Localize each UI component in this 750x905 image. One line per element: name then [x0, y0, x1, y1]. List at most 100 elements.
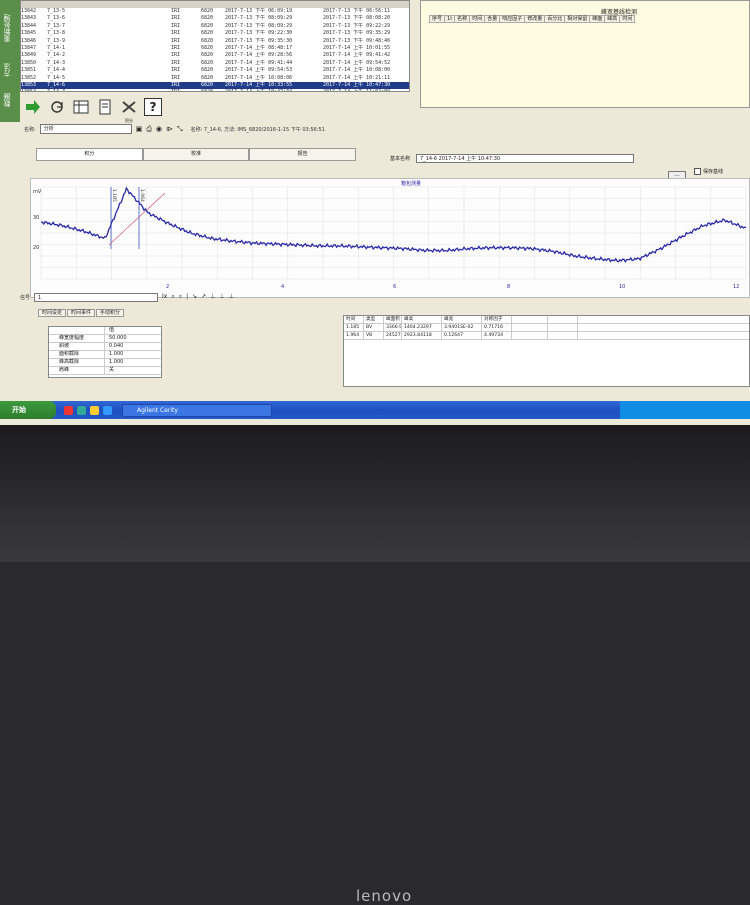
table-view-icon[interactable]: [72, 98, 90, 116]
integration-tool-icon[interactable]: Ix: [162, 293, 167, 301]
sample-name-field[interactable]: 7_14-6 2017-7-14 上午 10:47:30: [416, 154, 635, 163]
parameter-row[interactable]: 肩峰关: [49, 367, 161, 375]
run-cell-id: 13853: [21, 81, 37, 88]
zoom-out-icon[interactable]: ⤡: [177, 125, 183, 134]
conditions-column-header[interactable]: 名称: [454, 15, 471, 23]
conditions-column-header[interactable]: 相对保留: [564, 15, 591, 23]
run-list[interactable]: 13842 7_13-5 IRI 6820 2017-7-13 下午 06:09:19 2…: [20, 0, 410, 92]
peak-cell: VB: [364, 332, 384, 339]
quick-launch-icon[interactable]: [64, 405, 73, 415]
parameter-row[interactable]: 峰高截除 1.000: [49, 359, 161, 367]
parameter-table[interactable]: 值峰宽度幅度 50.000 斜坡 0.040 面积截除 1.000 峰高截除 1.000 肩峰关: [48, 326, 162, 378]
run-list-row[interactable]: 13845 7_13-8 IRI 6820 2017-7-13 下午 09:22:30 2…: [21, 30, 409, 37]
peak-table[interactable]: 时间类型峰面积峰高峰宽对称因子1.185BV3366.993981464.232…: [343, 315, 750, 387]
run-list-row[interactable]: 13850 7_14-3 IRI 6820 2017-7-14 上午 09:41:44 2…: [21, 60, 409, 67]
tab-integration[interactable]: 积分: [36, 148, 143, 161]
document-icon[interactable]: [96, 98, 114, 116]
parameter-value: 1.000: [109, 359, 124, 365]
record-icon[interactable]: ◉: [156, 125, 162, 133]
integration-tool-icon[interactable]: ↘: [192, 293, 197, 301]
taskbar-button-cerity[interactable]: Agilent Cerity: [122, 403, 272, 417]
chart-title: 箱包测量: [401, 180, 421, 187]
run-list-row[interactable]: 13847 7_14-1 IRI 6820 2017-7-14 上午 08:48:17 2…: [21, 45, 409, 52]
integration-tool-icon[interactable]: |: [186, 293, 188, 301]
conditions-header-row: 序号 1t 名称 时间 含量 响应因子 修改量 百分比 相对保留 峰面 峰高 时间: [429, 15, 636, 23]
tab-time-events[interactable]: 时间事件: [67, 309, 96, 317]
run-list-row[interactable]: 13853 7_14-6 IRI 6820 2017-7-14 上午 10:33:55 2…: [21, 81, 409, 90]
tab-time-settings[interactable]: 时间设定: [38, 309, 67, 317]
tab-manual-integration[interactable]: 手动积分: [96, 309, 125, 317]
peak-cell: 24527.91596: [386, 332, 402, 339]
quick-launch-icon[interactable]: [90, 405, 99, 415]
peak-table-header[interactable]: 时间 类型 峰面积 峰高 峰宽 对称因子: [344, 316, 749, 324]
run-list-row[interactable]: 13851 7_14-4 IRI 6820 2017-7-14 上午 09:54:53 2…: [21, 67, 409, 74]
conditions-column-header[interactable]: 序号: [429, 15, 446, 23]
parameter-row[interactable]: 斜坡 0.040: [49, 343, 161, 351]
integration-tool-icon[interactable]: ⊥: [229, 293, 234, 301]
save-baseline-checkbox[interactable]: [694, 168, 701, 175]
peak-cell: [512, 324, 548, 331]
tab-calibration[interactable]: 校准: [142, 148, 250, 161]
integration-tool-icon[interactable]: ⊥: [210, 293, 215, 301]
run-list-row[interactable]: 13844 7_13-7 IRI 6820 2017-7-13 下午 08:09:29 2…: [21, 23, 409, 30]
run-list-row[interactable]: 13852 7_14-5 IRI 6820 2017-7-14 上午 10:08:06 2…: [21, 75, 409, 82]
run-cell-det: IRI: [171, 30, 181, 37]
parameter-value: 关: [109, 367, 115, 373]
run-cell-mark: 6820: [201, 74, 214, 81]
signal-select[interactable]: 1: [34, 293, 158, 302]
sample-name-row: 基本名称 7_14-6 2017-7-14 上午 10:47:30: [390, 154, 635, 163]
quick-launch-icon[interactable]: [103, 405, 112, 415]
tab-report[interactable]: 报告: [249, 148, 357, 161]
conditions-column-header[interactable]: 时间: [619, 15, 636, 23]
parameter-row[interactable]: 峰宽度幅度 50.000: [49, 335, 161, 343]
run-arrow-icon[interactable]: [24, 98, 42, 116]
integration-tool-icon[interactable]: ↗: [201, 293, 206, 301]
run-list-row[interactable]: 13846 7_13-9 IRI 6820 2017-7-13 下午 09:35:30 2…: [21, 38, 409, 45]
conditions-column-header[interactable]: 修改量: [524, 15, 546, 23]
integration-tool-icon[interactable]: ⊥: [219, 293, 224, 301]
run-cell-mark: 6820: [201, 52, 214, 59]
run-list-row[interactable]: 13842 7_13-5 IRI 6820 2017-7-13 下午 06:09:19 2…: [21, 8, 409, 15]
name-select[interactable]: 分析: [39, 124, 132, 134]
conditions-column-header[interactable]: 响应因子: [499, 15, 526, 23]
save-icon[interactable]: ▣: [136, 125, 143, 133]
run-cell-det: IRI: [171, 81, 181, 88]
step-icon[interactable]: ⧐: [166, 125, 173, 133]
run-list-row[interactable]: 138547_14-7IRI68202017-7-14 上午 10:47:342…: [21, 89, 409, 91]
start-button[interactable]: 开始: [0, 401, 56, 419]
conditions-column-header[interactable]: 峰面: [589, 15, 606, 23]
integration-tool-icon[interactable]: ⌕: [179, 293, 182, 301]
conditions-column-header[interactable]: 峰高: [604, 15, 621, 23]
chromatogram-plot[interactable]: 箱包测量 mV 30 20 2 4 6 8 10 12 1.185 1.964: [30, 178, 750, 298]
parameter-row[interactable]: 值: [49, 327, 161, 335]
peak-cell: 峰高: [402, 316, 442, 323]
side-tab-method[interactable]: 方法: [2, 56, 18, 84]
run-list-row[interactable]: 13843 7_13-6 IRI 6820 2017-7-13 下午 08:09:29 2…: [21, 15, 409, 22]
conditions-column-header[interactable]: 时间: [469, 15, 486, 23]
peak-cell: 4.49734: [482, 332, 512, 339]
view-tabs: 积分 校准 报告: [36, 148, 357, 161]
conditions-column-header[interactable]: 含量: [484, 15, 501, 23]
peak-table-row[interactable]: 1.185BV3366.993981464.232973.9401SE-020.…: [344, 324, 749, 332]
parameter-value: 50.000: [109, 335, 127, 341]
run-cell-start: 2017-7-13 下午 06:09:19: [225, 8, 293, 14]
conditions-column-header[interactable]: 百分比: [544, 15, 566, 23]
run-cell-mark: 6820: [201, 67, 214, 74]
integration-tool-icon[interactable]: ⌕: [171, 293, 174, 301]
run-cell-mark: 6820: [201, 8, 214, 14]
print-icon[interactable]: ⎙: [146, 125, 152, 134]
integrate-icon[interactable]: 积分: [120, 98, 138, 123]
help-button[interactable]: ?: [144, 98, 162, 116]
run-cell-start: 2017-7-13 下午 09:22:30: [225, 30, 293, 37]
run-cell-id: 13846: [21, 37, 37, 44]
side-tab-reprocess[interactable]: 重新处理: [2, 2, 18, 54]
parameter-row[interactable]: 面积截除 1.000: [49, 351, 161, 359]
save-baseline-option[interactable]: 保存基线: [694, 168, 723, 175]
side-tab-data[interactable]: 数据: [2, 86, 18, 114]
parameter-name: [49, 327, 105, 334]
peak-table-row[interactable]: 1.964VB24527.915962923.841180.126474.497…: [344, 332, 749, 340]
quick-launch-icon[interactable]: [77, 405, 86, 415]
run-list-row[interactable]: 13849 7_14-2 IRI 6820 2017-7-14 上午 09:28:56 2…: [21, 52, 409, 59]
refresh-icon[interactable]: [48, 98, 66, 116]
name-label: 名称:: [24, 126, 36, 133]
